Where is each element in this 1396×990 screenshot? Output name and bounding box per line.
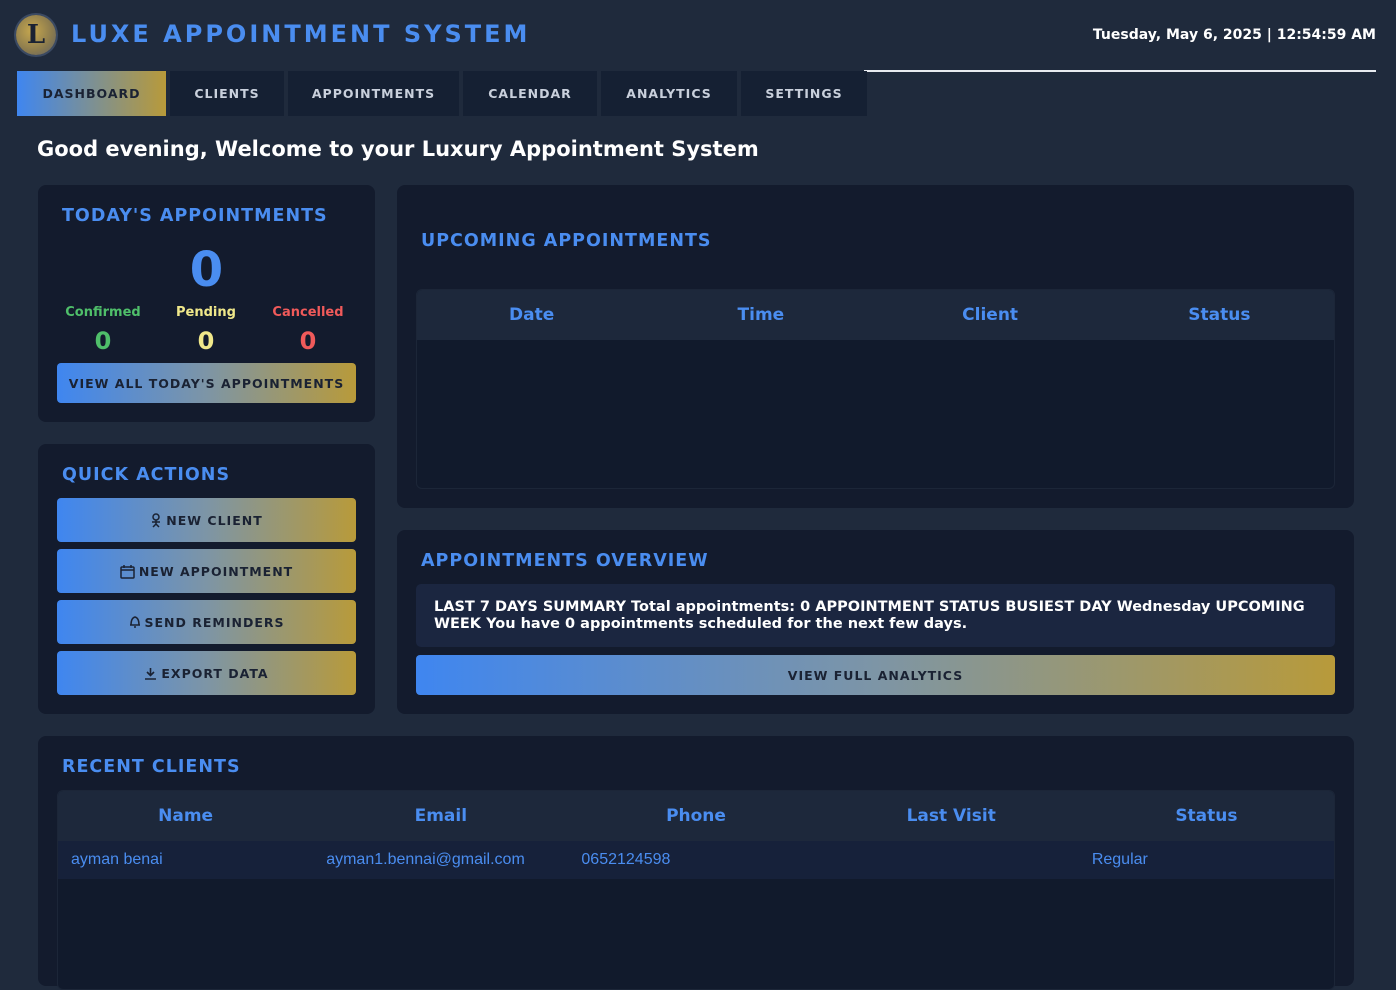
recent-clients-table: Name Email Phone Last Visit Status ayman… bbox=[57, 790, 1335, 990]
person-icon bbox=[152, 512, 161, 528]
cancelled-stat: Cancelled 0 bbox=[253, 305, 363, 355]
tab-calendar[interactable]: CALENDAR bbox=[463, 71, 597, 116]
client-status: Regular bbox=[1091, 851, 1148, 868]
column-header-last-visit[interactable]: Last Visit bbox=[824, 806, 1079, 826]
column-header-phone[interactable]: Phone bbox=[568, 806, 823, 826]
client-name: ayman benai bbox=[71, 851, 163, 868]
upcoming-appointments-title: UPCOMING APPOINTMENTS bbox=[421, 231, 712, 251]
app-title: LUXE APPOINTMENT SYSTEM bbox=[71, 20, 531, 48]
greeting-text: Good evening, Welcome to your Luxury App… bbox=[37, 137, 759, 161]
tab-clients[interactable]: CLIENTS bbox=[170, 71, 284, 116]
column-header-email[interactable]: Email bbox=[313, 806, 568, 826]
new-client-label: NEW CLIENT bbox=[166, 512, 263, 528]
recent-clients-title: RECENT CLIENTS bbox=[62, 757, 241, 777]
cancelled-value: 0 bbox=[299, 327, 317, 355]
todays-appointments-title: TODAY'S APPOINTMENTS bbox=[62, 206, 328, 226]
tab-appointments[interactable]: APPOINTMENTS bbox=[288, 71, 459, 116]
upcoming-appointments-table: Date Time Client Status bbox=[416, 289, 1335, 489]
column-header-status[interactable]: Status bbox=[1079, 806, 1334, 826]
header-divider bbox=[864, 70, 1376, 72]
upcoming-table-header: Date Time Client Status bbox=[417, 290, 1334, 340]
download-icon bbox=[145, 667, 157, 680]
upcoming-appointments-card: UPCOMING APPOINTMENTS Date Time Client S… bbox=[397, 185, 1354, 508]
column-header-date[interactable]: Date bbox=[417, 305, 646, 325]
quick-actions-title: QUICK ACTIONS bbox=[62, 465, 231, 485]
new-client-button[interactable]: NEW CLIENT bbox=[57, 498, 356, 542]
cancelled-label: Cancelled bbox=[272, 305, 344, 320]
new-appointment-button[interactable]: NEW APPOINTMENT bbox=[57, 549, 356, 593]
view-full-analytics-button[interactable]: VIEW FULL ANALYTICS bbox=[416, 655, 1335, 695]
todays-appointments-total: 0 bbox=[189, 242, 224, 298]
table-row[interactable]: ayman benai ayman1.bennai@gmail.com 0652… bbox=[58, 841, 1334, 879]
view-all-todays-appointments-button[interactable]: VIEW ALL TODAY'S APPOINTMENTS bbox=[57, 363, 356, 403]
tab-analytics[interactable]: ANALYTICS bbox=[601, 71, 737, 116]
pending-label: Pending bbox=[176, 305, 236, 320]
bell-icon bbox=[129, 616, 140, 628]
new-appointment-label: NEW APPOINTMENT bbox=[138, 563, 294, 579]
recent-clients-card: RECENT CLIENTS Name Email Phone Last Vis… bbox=[38, 736, 1354, 990]
calendar-icon bbox=[120, 564, 135, 579]
app-logo: L bbox=[16, 15, 56, 55]
confirmed-value: 0 bbox=[94, 327, 112, 355]
todays-appointments-card: TODAY'S APPOINTMENTS 0 Confirmed 0 Pendi… bbox=[38, 185, 375, 422]
export-data-button[interactable]: EXPORT DATA bbox=[57, 651, 356, 695]
main-tabs: DASHBOARD CLIENTS APPOINTMENTS CALENDAR … bbox=[17, 71, 871, 116]
column-header-status[interactable]: Status bbox=[1105, 305, 1334, 325]
send-reminders-button[interactable]: SEND REMINDERS bbox=[57, 600, 356, 644]
column-header-time[interactable]: Time bbox=[646, 305, 875, 325]
recent-clients-header: Name Email Phone Last Visit Status bbox=[58, 791, 1334, 841]
pending-value: 0 bbox=[197, 327, 215, 355]
tab-settings[interactable]: SETTINGS bbox=[741, 71, 867, 116]
client-email[interactable]: ayman1.bennai@gmail.com bbox=[313, 851, 568, 869]
column-header-name[interactable]: Name bbox=[58, 806, 313, 826]
export-data-label: EXPORT DATA bbox=[161, 665, 269, 681]
quick-actions-card: QUICK ACTIONS NEW CLIENT NEW APPOINTMENT… bbox=[38, 444, 375, 714]
send-reminders-label: SEND REMINDERS bbox=[144, 614, 285, 630]
overview-summary: LAST 7 DAYS SUMMARY Total appointments: … bbox=[416, 584, 1335, 647]
column-header-client[interactable]: Client bbox=[876, 305, 1105, 325]
tab-dashboard[interactable]: DASHBOARD bbox=[17, 71, 166, 116]
confirmed-stat: Confirmed 0 bbox=[48, 305, 158, 355]
pending-stat: Pending 0 bbox=[151, 305, 261, 355]
current-datetime: Tuesday, May 6, 2025 | 12:54:59 AM bbox=[1092, 27, 1376, 43]
confirmed-label: Confirmed bbox=[65, 305, 141, 320]
app-header: L LUXE APPOINTMENT SYSTEM Tuesday, May 6… bbox=[0, 0, 1396, 72]
client-phone: 0652124598 bbox=[581, 851, 671, 868]
appointments-overview-title: APPOINTMENTS OVERVIEW bbox=[421, 551, 709, 571]
